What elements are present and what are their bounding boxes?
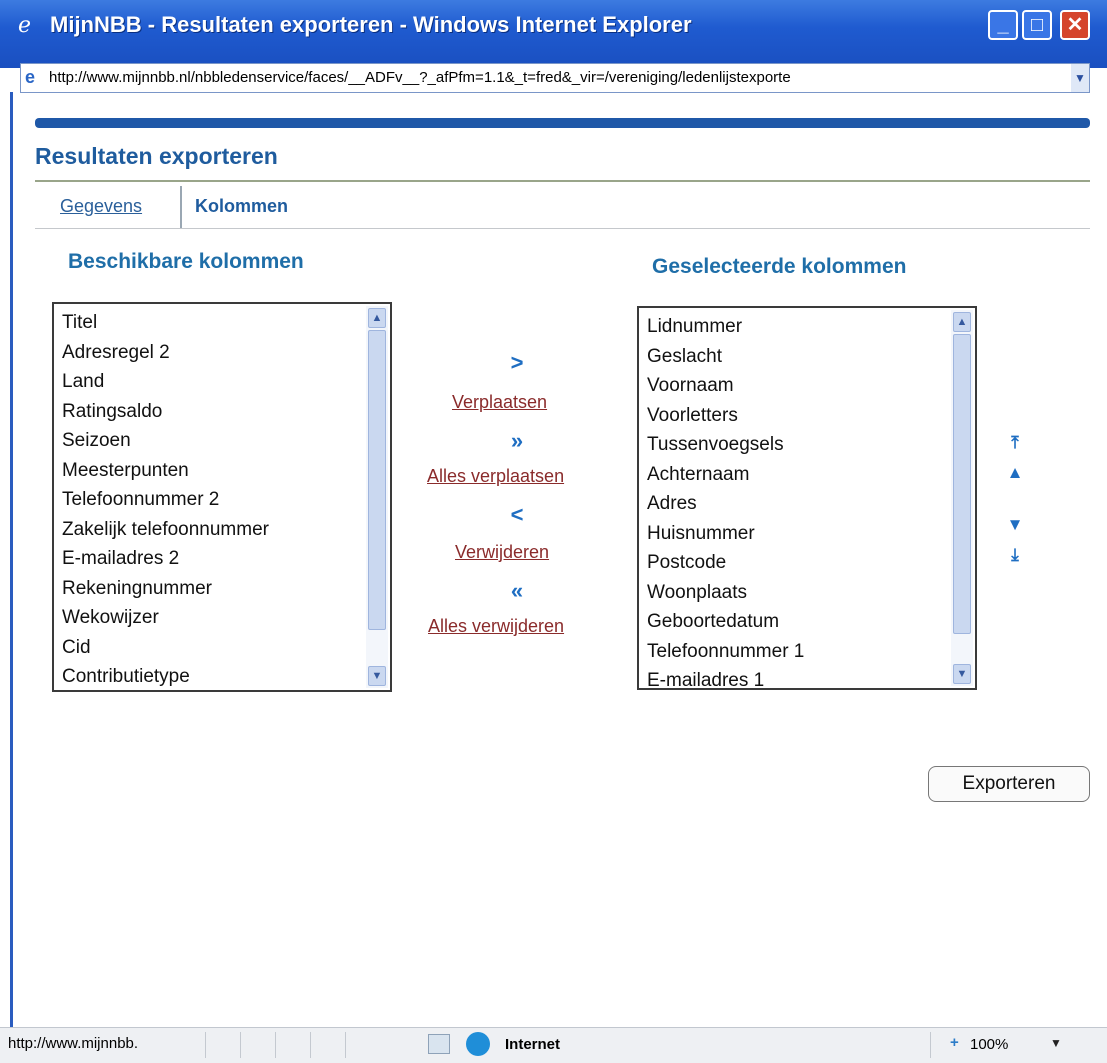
- list-item[interactable]: Geboortedatum: [647, 607, 804, 637]
- status-url: http://www.mijnnbb.: [8, 1035, 139, 1052]
- list-item[interactable]: Ratingsaldo: [62, 397, 269, 427]
- window-titlebar: ℯ MijnNBB - Resultaten exporteren - Wind…: [0, 0, 1107, 68]
- list-item[interactable]: Rekeningnummer: [62, 574, 269, 604]
- list-item[interactable]: Titel: [62, 308, 269, 338]
- list-item[interactable]: E-mailadres 2: [62, 544, 269, 574]
- list-item[interactable]: Telefoonnummer 1: [647, 637, 804, 667]
- available-list-scrollbar[interactable]: ▲ ▼: [366, 306, 388, 688]
- scroll-up-icon[interactable]: ▲: [953, 312, 971, 332]
- maximize-button[interactable]: □: [1022, 10, 1052, 40]
- list-item[interactable]: Geslacht: [647, 342, 804, 372]
- move-to-top-icon[interactable]: ⤒: [1005, 433, 1025, 453]
- list-item[interactable]: Adresregel 2: [62, 338, 269, 368]
- list-item[interactable]: Meesterpunten: [62, 456, 269, 486]
- close-button[interactable]: ✕: [1060, 10, 1090, 40]
- export-button[interactable]: Exporteren: [928, 766, 1090, 802]
- available-columns-heading: Beschikbare kolommen: [68, 250, 304, 273]
- remove-icon[interactable]: <: [497, 502, 537, 528]
- available-columns-list[interactable]: Titel Adresregel 2 Land Ratingsaldo Seiz…: [52, 302, 392, 692]
- tab-underline: [35, 228, 1090, 229]
- status-divider: [345, 1032, 346, 1058]
- tab-gegevens[interactable]: Gegevens: [60, 196, 142, 217]
- zoom-dropdown-icon[interactable]: ▼: [1050, 1036, 1062, 1050]
- list-item[interactable]: Voornaam: [647, 371, 804, 401]
- status-divider: [240, 1032, 241, 1058]
- list-item[interactable]: Telefoonnummer 2: [62, 485, 269, 515]
- selected-columns-list[interactable]: Lidnummer Geslacht Voornaam Voorletters …: [637, 306, 977, 691]
- list-item[interactable]: Huisnummer: [647, 519, 804, 549]
- list-item[interactable]: Tussenvoegsels: [647, 430, 804, 460]
- remove-link[interactable]: Verwijderen: [455, 542, 549, 563]
- title-divider: [35, 180, 1090, 182]
- move-icon[interactable]: >: [497, 350, 537, 376]
- page-icon: e: [25, 67, 36, 87]
- list-item[interactable]: Contributietype: [62, 662, 269, 692]
- scroll-thumb[interactable]: [368, 330, 386, 630]
- tab-kolommen[interactable]: Kolommen: [195, 196, 288, 217]
- move-all-icon[interactable]: »: [497, 428, 537, 454]
- scroll-thumb[interactable]: [953, 334, 971, 634]
- list-item[interactable]: E-mailadres 1: [647, 666, 804, 696]
- address-dropdown-icon[interactable]: ▼: [1071, 64, 1089, 92]
- scroll-up-icon[interactable]: ▲: [368, 308, 386, 328]
- list-item[interactable]: Achternaam: [647, 460, 804, 490]
- ie-logo-icon: ℯ: [18, 12, 32, 37]
- protected-mode-icon[interactable]: [428, 1034, 450, 1054]
- list-item[interactable]: Zakelijk telefoonnummer: [62, 515, 269, 545]
- tab-divider: [180, 186, 182, 228]
- maximize-icon: □: [1030, 14, 1044, 36]
- status-bar: http://www.mijnnbb. Internet + 100% ▼: [0, 1027, 1107, 1063]
- remove-all-icon[interactable]: «: [497, 578, 537, 604]
- list-item[interactable]: Lidnummer: [647, 312, 804, 342]
- internet-zone-icon: [466, 1032, 490, 1056]
- minimize-icon: _: [997, 14, 1009, 36]
- list-item[interactable]: Seizoen: [62, 426, 269, 456]
- security-zone[interactable]: Internet: [505, 1036, 560, 1053]
- window-frame: [10, 92, 13, 1027]
- page-title: Resultaten exporteren: [35, 143, 278, 169]
- status-divider: [205, 1032, 206, 1058]
- zoom-icon[interactable]: +: [950, 1034, 959, 1051]
- move-all-link[interactable]: Alles verplaatsen: [427, 466, 564, 487]
- status-divider: [310, 1032, 311, 1058]
- status-divider: [275, 1032, 276, 1058]
- move-to-bottom-icon[interactable]: ⤓: [1005, 545, 1025, 565]
- move-down-icon[interactable]: ▼: [1005, 515, 1025, 535]
- scroll-down-icon[interactable]: ▼: [368, 666, 386, 686]
- list-item[interactable]: Voorletters: [647, 401, 804, 431]
- list-item[interactable]: Adres: [647, 489, 804, 519]
- zoom-level[interactable]: 100%: [970, 1036, 1008, 1053]
- list-item[interactable]: Postcode: [647, 548, 804, 578]
- list-item[interactable]: Wekowijzer: [62, 603, 269, 633]
- window-title: MijnNBB - Resultaten exporteren - Window…: [50, 12, 692, 37]
- move-up-icon[interactable]: ▲: [1005, 463, 1025, 483]
- move-link[interactable]: Verplaatsen: [452, 392, 547, 413]
- address-bar[interactable]: e http://www.mijnnbb.nl/nbbledenservice/…: [20, 63, 1090, 93]
- header-bar: [35, 118, 1090, 128]
- selected-columns-heading: Geselecteerde kolommen: [652, 255, 907, 278]
- status-divider: [930, 1032, 931, 1058]
- scroll-down-icon[interactable]: ▼: [953, 664, 971, 684]
- close-icon: ✕: [1066, 14, 1084, 36]
- list-item[interactable]: Land: [62, 367, 269, 397]
- minimize-button[interactable]: _: [988, 10, 1018, 40]
- list-item[interactable]: Woonplaats: [647, 578, 804, 608]
- list-item[interactable]: Cid: [62, 633, 269, 663]
- address-text[interactable]: http://www.mijnnbb.nl/nbbledenservice/fa…: [49, 69, 791, 86]
- remove-all-link[interactable]: Alles verwijderen: [428, 616, 564, 637]
- selected-list-scrollbar[interactable]: ▲ ▼: [951, 310, 973, 686]
